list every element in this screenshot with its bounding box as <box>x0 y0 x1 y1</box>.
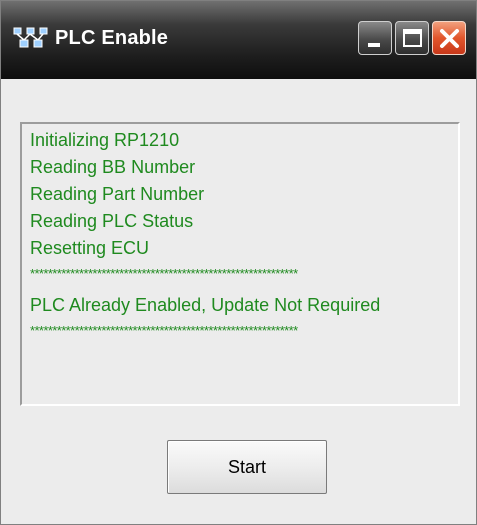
log-line-initializing: Initializing RP1210 <box>30 130 180 150</box>
maximize-icon <box>403 29 422 47</box>
plc-enable-window: PLC Enable Initializing RP1210 Reading B… <box>0 0 477 525</box>
status-log[interactable]: Initializing RP1210 Reading BB Number Re… <box>20 122 460 406</box>
log-line-part-number: Reading Part Number <box>30 184 205 204</box>
log-line-resetting-ecu: Resetting ECU <box>30 238 150 258</box>
close-icon <box>440 29 459 48</box>
window-title: PLC Enable <box>55 27 169 49</box>
log-separator: ****************************************… <box>30 267 298 281</box>
maximize-button[interactable] <box>395 21 429 55</box>
network-plc-icon <box>13 27 48 48</box>
minimize-icon <box>368 43 380 47</box>
log-separator: ****************************************… <box>30 324 298 338</box>
close-button[interactable] <box>432 21 466 55</box>
minimize-button[interactable] <box>358 21 392 55</box>
title-bar[interactable]: PLC Enable <box>1 1 476 79</box>
start-button[interactable]: Start <box>167 440 327 494</box>
log-line-result: PLC Already Enabled, Update Not Required <box>30 295 381 315</box>
log-line-bb-number: Reading BB Number <box>30 157 196 177</box>
log-line-plc-status: Reading PLC Status <box>30 211 194 231</box>
